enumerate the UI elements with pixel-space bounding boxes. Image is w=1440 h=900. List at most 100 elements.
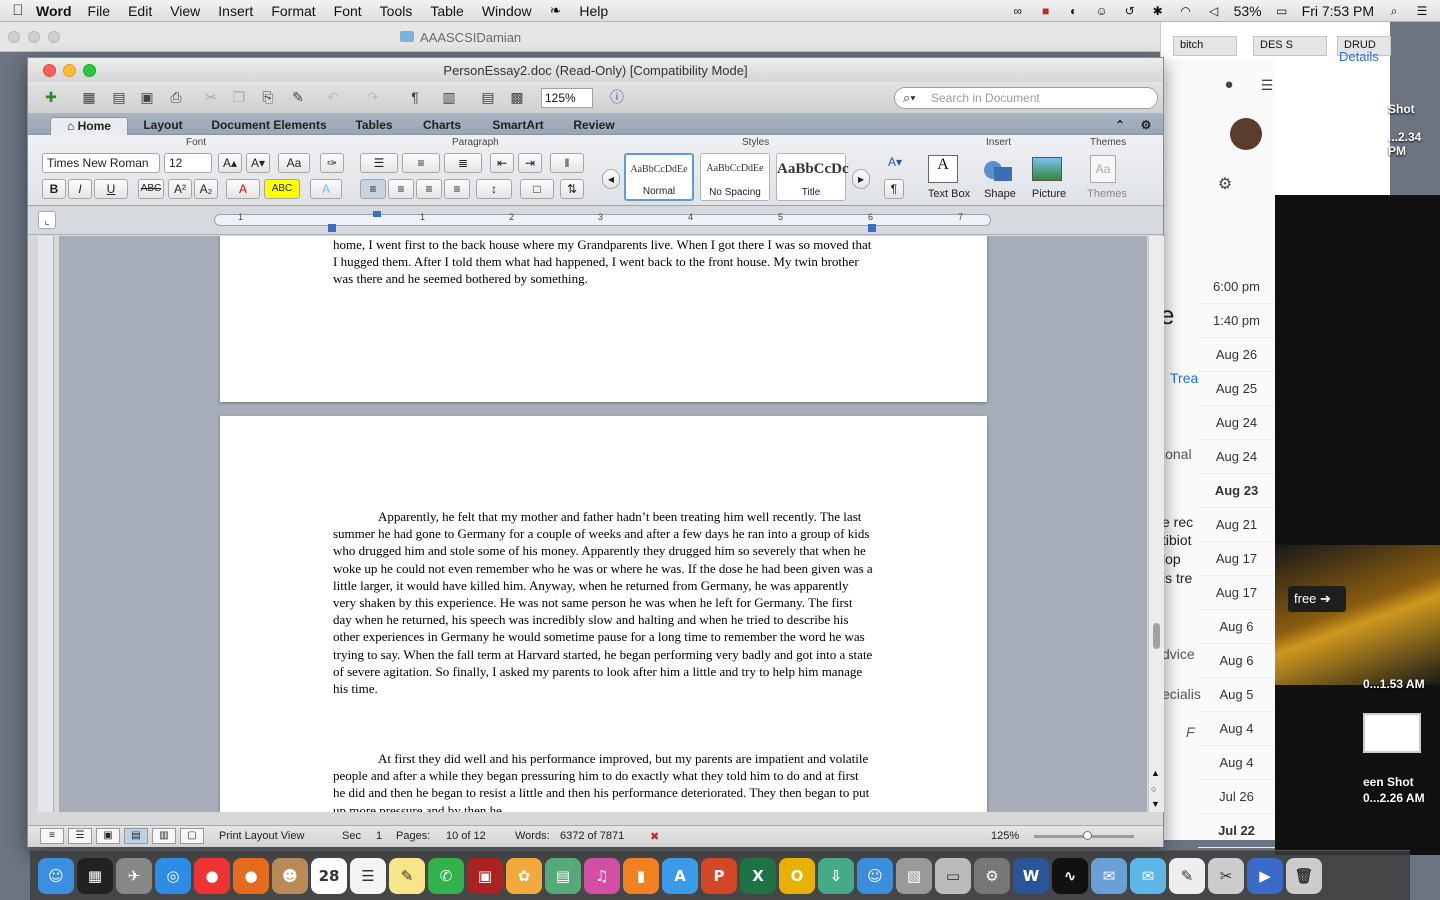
- scrollbar-thumb[interactable]: [1153, 623, 1160, 649]
- gmail-fragment[interactable]: Trea: [1170, 370, 1198, 386]
- mail-date[interactable]: Aug 24: [1198, 406, 1275, 440]
- users-icon[interactable]: ☺: [857, 857, 893, 894]
- trash-icon[interactable]: 🗑: [1286, 857, 1322, 894]
- align-center-button[interactable]: ≡: [388, 179, 414, 199]
- notification-center-icon[interactable]: ☰: [1414, 4, 1430, 18]
- red-app-icon[interactable]: ■: [1038, 4, 1054, 18]
- prev-page-icon[interactable]: ▲: [1151, 768, 1160, 778]
- menu-insert[interactable]: Insert: [218, 3, 253, 19]
- bold-button[interactable]: B: [42, 179, 66, 199]
- mail-date[interactable]: Jul 22: [1198, 814, 1275, 848]
- desktop-file-label[interactable]: Shot: [1388, 102, 1415, 116]
- redo-icon[interactable]: ↷: [362, 86, 384, 108]
- shape-icon[interactable]: [984, 155, 1014, 183]
- left-indent-marker[interactable]: [328, 224, 336, 232]
- menu-help[interactable]: Help: [579, 3, 608, 19]
- menu-view[interactable]: View: [170, 3, 200, 19]
- style-no-spacing[interactable]: AaBbCcDdEe No Spacing: [700, 153, 770, 201]
- mail-date[interactable]: Aug 25: [1198, 372, 1275, 406]
- page-9[interactable]: home, I went first to the back house whe…: [220, 236, 987, 402]
- page2-paragraph-1[interactable]: Apparently, he felt that my mother and f…: [333, 508, 873, 697]
- search-input[interactable]: ⌕▾ Search in Document: [894, 87, 1158, 109]
- circle-app-icon[interactable]: ◐: [1066, 4, 1082, 18]
- avatar[interactable]: [1230, 118, 1262, 150]
- quicktime-icon[interactable]: ▶: [1247, 857, 1283, 894]
- numbering-icon[interactable]: ≡: [402, 153, 440, 173]
- copy-icon[interactable]: ❐: [228, 86, 250, 108]
- collapse-ribbon-icon[interactable]: ⌃: [1110, 117, 1130, 135]
- try-free-button[interactable]: free ➔: [1288, 586, 1346, 612]
- launchpad-icon[interactable]: ✈: [116, 857, 152, 894]
- first-line-indent-marker[interactable]: [373, 211, 381, 217]
- keychain-icon[interactable]: ▭: [935, 857, 971, 894]
- word-icon[interactable]: W: [1013, 857, 1049, 894]
- mail-date[interactable]: Aug 23: [1198, 474, 1275, 508]
- font-color-button[interactable]: A: [226, 179, 260, 199]
- styles-next-icon[interactable]: ▸: [852, 169, 870, 189]
- mail-date[interactable]: Aug 17: [1198, 576, 1275, 610]
- mail-date[interactable]: 6:00 pm: [1198, 270, 1275, 304]
- increase-indent-icon[interactable]: ⇥: [518, 153, 542, 173]
- notes-icon[interactable]: ✎: [389, 857, 425, 894]
- tab-smartart[interactable]: SmartArt: [484, 117, 552, 135]
- underline-button[interactable]: U: [94, 179, 128, 199]
- menu-format[interactable]: Format: [271, 3, 315, 19]
- downloader-icon[interactable]: ⇩: [818, 857, 854, 894]
- words-value[interactable]: 6372 of 7871: [560, 830, 624, 842]
- open-folder-icon[interactable]: ▤: [108, 86, 130, 108]
- ribbon-settings-icon[interactable]: ⚙: [1134, 117, 1158, 135]
- text-effects-button[interactable]: A: [310, 179, 342, 199]
- tab-document-elements[interactable]: Document Elements: [204, 117, 334, 135]
- tab-charts[interactable]: Charts: [414, 117, 470, 135]
- powerpoint-icon[interactable]: P: [701, 857, 737, 894]
- styles-pane-icon[interactable]: ¶: [884, 179, 904, 199]
- decrease-indent-icon[interactable]: ⇤: [490, 153, 514, 173]
- link-icon[interactable]: ∞: [1010, 4, 1026, 18]
- mail-date[interactable]: Aug 17: [1198, 542, 1275, 576]
- document-canvas[interactable]: home, I went first to the back house whe…: [59, 236, 1147, 812]
- mail-date[interactable]: Aug 4: [1198, 712, 1275, 746]
- mail-date[interactable]: 1:40 pm: [1198, 304, 1275, 338]
- next-page-icon[interactable]: ▼: [1151, 799, 1160, 809]
- chrome-icon[interactable]: ●: [194, 857, 230, 894]
- app-store-icon[interactable]: A: [662, 857, 698, 894]
- draft-view-button[interactable]: ≡: [40, 828, 64, 844]
- mail-date[interactable]: Aug 6: [1198, 610, 1275, 644]
- show-formatting-icon[interactable]: ¶: [404, 86, 426, 108]
- mail-date[interactable]: Aug 6: [1198, 644, 1275, 678]
- time-machine-icon[interactable]: ↺: [1122, 4, 1138, 18]
- mail-date[interactable]: Aug 5: [1198, 678, 1275, 712]
- menu-tools[interactable]: Tools: [380, 3, 413, 19]
- insert-text-box-label[interactable]: Text Box: [924, 188, 974, 200]
- insert-shape-label[interactable]: Shape: [978, 188, 1022, 200]
- font-size-select[interactable]: 12: [164, 153, 212, 173]
- picture-icon[interactable]: [1032, 157, 1062, 181]
- facetime-icon[interactable]: ✆: [428, 857, 464, 894]
- safari-icon[interactable]: ◎: [155, 857, 191, 894]
- preview-icon[interactable]: ▤: [545, 857, 581, 894]
- apps-grid-icon[interactable]: ☰: [1256, 74, 1278, 96]
- columns-icon[interactable]: ‖: [550, 153, 584, 173]
- utilities-icon[interactable]: ✂: [1208, 857, 1244, 894]
- format-painter-icon[interactable]: ✎: [287, 86, 309, 108]
- bullets-icon[interactable]: ☰: [360, 153, 398, 173]
- highlight-button[interactable]: ABC: [264, 179, 300, 199]
- line-spacing-icon[interactable]: ↕: [476, 179, 512, 199]
- menu-file[interactable]: File: [88, 3, 111, 19]
- font-name-select[interactable]: Times New Roman: [42, 153, 160, 173]
- excel-icon[interactable]: X: [740, 857, 776, 894]
- mail-date[interactable]: Aug 26: [1198, 338, 1275, 372]
- themes-icon[interactable]: Aa: [1090, 155, 1116, 183]
- change-case-icon[interactable]: Aa: [278, 153, 310, 173]
- wifi-icon[interactable]: ◠: [1178, 4, 1194, 18]
- zoom-select[interactable]: 125%: [541, 88, 593, 108]
- finder-minimize-button[interactable]: [28, 31, 40, 43]
- dashboard-icon[interactable]: ▦: [77, 857, 113, 894]
- subscript-button[interactable]: A₂: [194, 179, 218, 199]
- align-right-button[interactable]: ≡: [416, 179, 442, 199]
- sidebar-icon[interactable]: ▥: [438, 86, 460, 108]
- script-menu-icon[interactable]: ❧: [550, 2, 562, 19]
- details-link[interactable]: Details: [1339, 49, 1379, 64]
- outline-view-button[interactable]: ☰: [68, 828, 92, 844]
- menu-edit[interactable]: Edit: [128, 3, 152, 19]
